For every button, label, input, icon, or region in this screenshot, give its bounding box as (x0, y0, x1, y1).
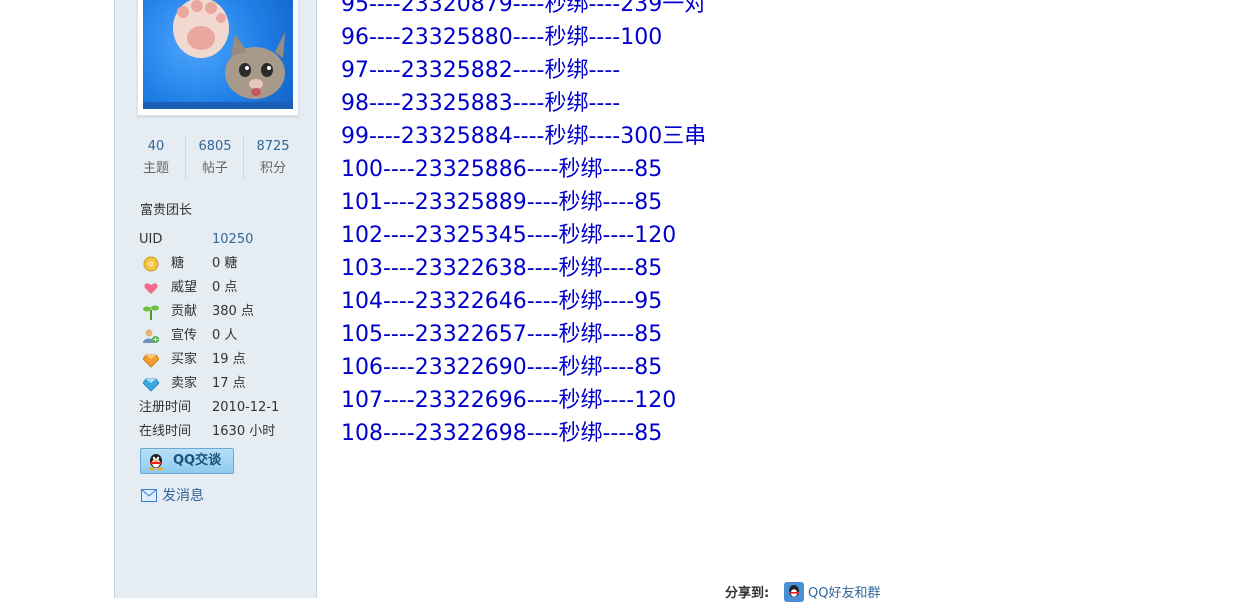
post-line: 99----23325884----秒绑----300三串 (341, 124, 707, 149)
field-label: 买家 (171, 352, 198, 367)
sprout-icon (143, 305, 159, 320)
field-value: 380 点 (212, 304, 254, 319)
post-line: 100----23325886----秒绑----85 (341, 157, 663, 182)
register-time-label: 注册时间 (139, 400, 192, 415)
buyer-diamond-icon (143, 354, 159, 368)
field-value: 0 糖 (212, 256, 238, 271)
post-line: 97----23325882----秒绑---- (341, 58, 621, 83)
field-label: 糖 (171, 256, 185, 271)
stat-points[interactable]: 8725 积分 (244, 136, 302, 180)
post-line: 102----23325345----秒绑----120 (341, 223, 677, 248)
cat-avatar-illustration (143, 0, 293, 109)
seller-diamond-icon (143, 378, 159, 392)
stat-points-label: 积分 (259, 161, 286, 176)
share-qq-friends-link[interactable]: QQ好友和群 (808, 582, 880, 601)
share-label: 分享到: (725, 586, 770, 601)
user-profile-sidebar: 40 主题 6805 帖子 8725 积分 富贵团长 UID 10250 糖 0… (114, 0, 317, 598)
user-stats: 40 主题 6805 帖子 8725 积分 (115, 136, 316, 182)
qq-chat-button[interactable]: QQ交谈 (140, 448, 234, 474)
heart-icon (144, 283, 158, 294)
post-line: 98----23325883----秒绑---- (341, 91, 621, 116)
stat-topics[interactable]: 40 主题 (127, 136, 185, 180)
qq-share-icon[interactable] (784, 582, 804, 602)
stat-posts-value[interactable]: 6805 (186, 136, 244, 158)
post-line: 104----23322646----秒绑----95 (341, 289, 663, 314)
post-line: 107----23322696----秒绑----120 (341, 388, 677, 413)
avatar-image (143, 0, 293, 109)
online-time-label: 在线时间 (139, 424, 192, 439)
online-time-value: 1630 小时 (212, 424, 276, 439)
avatar[interactable] (137, 0, 299, 116)
register-time-value: 2010-12-1 (212, 400, 280, 415)
post-line: 103----23322638----秒绑----85 (341, 256, 663, 281)
uid-label: UID (139, 232, 163, 247)
field-label: 威望 (171, 280, 198, 295)
stat-posts-label: 帖子 (201, 161, 228, 176)
candy-icon (143, 256, 159, 272)
field-value: 19 点 (212, 352, 246, 367)
stat-posts[interactable]: 6805 帖子 (186, 136, 244, 180)
stat-topics-value[interactable]: 40 (127, 136, 185, 158)
post-line: 108----23322698----秒绑----85 (341, 421, 663, 446)
field-label: 贡献 (171, 304, 198, 319)
field-label: 卖家 (171, 376, 198, 391)
post-line: 105----23322657----秒绑----85 (341, 322, 663, 347)
field-value: 0 人 (212, 328, 238, 343)
send-message-label: 发消息 (162, 488, 204, 504)
post-line: 96----23325880----秒绑----100 (341, 25, 663, 50)
field-value: 17 点 (212, 376, 246, 391)
qq-penguin-icon (149, 454, 163, 471)
post-line: 95----23320879----秒绑----239一对 (341, 0, 707, 17)
user-rank: 富贵团长 (140, 203, 193, 218)
envelope-icon (141, 489, 157, 502)
post-line: 101----23325889----秒绑----85 (341, 190, 663, 215)
field-label: 宣传 (171, 328, 198, 343)
uid-value[interactable]: 10250 (212, 228, 253, 252)
post-line: 106----23322690----秒绑----85 (341, 355, 663, 380)
field-value: 0 点 (212, 280, 238, 295)
qq-chat-label: QQ交谈 (173, 453, 222, 468)
user-add-icon (143, 329, 159, 343)
stat-points-value[interactable]: 8725 (244, 136, 302, 158)
stat-topics-label: 主题 (142, 161, 169, 176)
